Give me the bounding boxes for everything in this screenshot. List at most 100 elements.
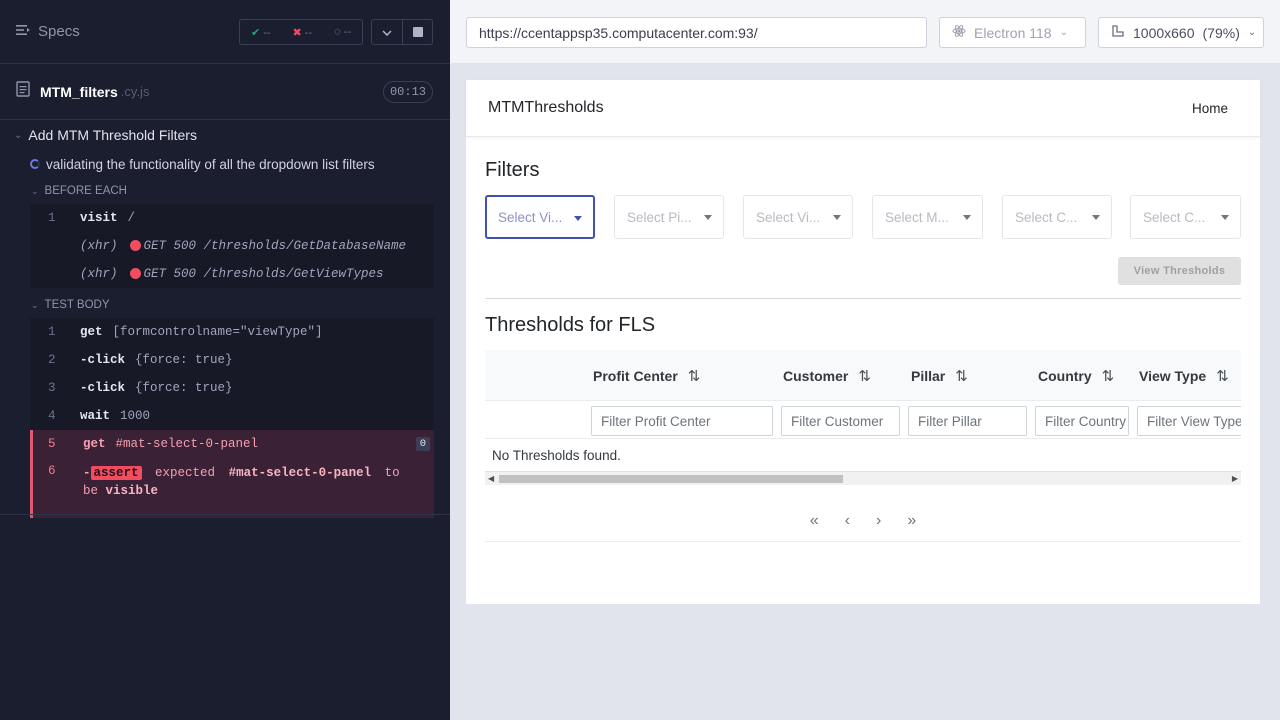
command-number: 1 xyxy=(48,325,56,339)
command-row[interactable]: (xhr) GET 500 /thresholds/GetDatabaseNam… xyxy=(30,232,434,260)
hook-test-body[interactable]: ⌄ TEST BODY xyxy=(0,292,450,318)
app-brand[interactable]: MTMThresholds xyxy=(488,99,604,117)
view-thresholds-button[interactable]: View Thresholds xyxy=(1118,257,1241,285)
select-view[interactable]: Select Vi... xyxy=(743,195,853,239)
column-header-country[interactable]: Country ⇅ xyxy=(1038,350,1114,401)
section-divider xyxy=(485,298,1241,299)
select-view-type[interactable]: Select Vi... xyxy=(485,195,595,239)
command-log-panel: Specs ✔ -- ✖ -- ◌ -- MTM_filters .cy.js … xyxy=(0,0,450,720)
failed-count: -- xyxy=(304,26,313,39)
command-name: (xhr) xyxy=(80,239,118,253)
url-text: https://ccentappsp35.computacenter.com:9… xyxy=(479,24,758,41)
hook-label: BEFORE EACH xyxy=(44,185,127,197)
spec-duration: 00:13 xyxy=(382,81,433,103)
spec-name[interactable]: MTM_filters xyxy=(40,84,118,100)
column-header-profit-center[interactable]: Profit Center ⇅ xyxy=(593,350,700,401)
command-name: -click xyxy=(80,353,126,367)
document-icon xyxy=(16,81,30,102)
suite-title-text: Add MTM Threshold Filters xyxy=(28,127,197,143)
command-message: {force: true} xyxy=(135,353,233,367)
select-c-1[interactable]: Select C... xyxy=(1002,195,1112,239)
pending-count: -- xyxy=(343,26,351,38)
chevron-down-icon: ⌄ xyxy=(1059,27,1068,38)
chevron-down-icon: ⌄ xyxy=(1247,27,1257,38)
command-row[interactable]: 1 visit / xyxy=(30,204,434,232)
chevron-down-icon: ⌄ xyxy=(31,299,39,310)
paginator: « ‹ › » xyxy=(485,500,1241,542)
horizontal-scrollbar[interactable]: ◀ ▶ xyxy=(485,471,1241,485)
command-number: 4 xyxy=(48,409,56,423)
command-name: -click xyxy=(80,381,126,395)
command-name: get xyxy=(83,437,106,451)
command-row[interactable]: (xhr) GET 500 /thresholds/GetViewTypes xyxy=(30,260,434,288)
before-each-commands: 1 visit / (xhr) GET 500 /thresholds/GetD… xyxy=(30,204,434,288)
viewport-size: 1000x660 xyxy=(1133,24,1195,41)
command-row-failed[interactable]: 5 get #mat-select-0-panel 0 xyxy=(30,430,434,458)
test-stats: ✔ -- ✖ -- ◌ -- xyxy=(239,19,363,45)
scroll-left-icon[interactable]: ◀ xyxy=(488,474,494,483)
dropdown-arrow-icon xyxy=(1092,215,1100,220)
specs-label: Specs xyxy=(38,23,80,40)
ruler-icon xyxy=(1111,24,1125,41)
select-m[interactable]: Select M... xyxy=(872,195,983,239)
last-page-button[interactable]: » xyxy=(907,512,916,530)
command-message: / xyxy=(127,211,136,225)
next-page-button[interactable]: › xyxy=(876,512,881,530)
list-icon xyxy=(16,23,30,40)
command-row-failed-assert[interactable]: 6 - assert expected #mat-select-0-panel t… xyxy=(30,458,434,518)
column-header-pillar[interactable]: Pillar ⇅ xyxy=(911,350,968,401)
filter-profit-center-input[interactable]: Filter Profit Center xyxy=(591,406,773,436)
dropdown-arrow-icon xyxy=(963,215,971,220)
error-dot-icon xyxy=(129,240,141,252)
command-message: GET 500 /thresholds/GetViewTypes xyxy=(129,267,384,281)
command-number: 1 xyxy=(48,211,56,225)
filter-view-type-input[interactable]: Filter View Type xyxy=(1137,406,1241,436)
table-header: Profit Center ⇅ Customer ⇅ Pillar ⇅ Country… xyxy=(485,350,1241,401)
specs-button[interactable]: Specs xyxy=(16,23,80,40)
command-row[interactable]: 4 wait 1000 xyxy=(30,402,434,430)
divider xyxy=(0,514,450,515)
dropdown-arrow-icon xyxy=(1221,215,1229,220)
filter-country-input[interactable]: Filter Country xyxy=(1035,406,1129,436)
home-link[interactable]: Home xyxy=(1192,101,1228,116)
scrollbar-thumb[interactable] xyxy=(499,475,843,483)
command-row[interactable]: 2 -click {force: true} xyxy=(30,346,434,374)
command-row[interactable]: 1 get [formcontrolname="viewType"] xyxy=(30,318,434,346)
scroll-right-icon[interactable]: ▶ xyxy=(1232,474,1238,483)
dropdown-arrow-icon xyxy=(574,216,582,221)
run-options-button[interactable] xyxy=(371,19,403,45)
command-message: {force: true} xyxy=(135,381,233,395)
pending-icon: ◌ xyxy=(334,26,341,38)
sort-icon: ⇅ xyxy=(1101,367,1115,385)
dropdown-arrow-icon xyxy=(833,215,841,220)
viewport-info[interactable]: 1000x660 (79%) ⌄ xyxy=(1098,17,1264,48)
chevron-down-icon xyxy=(382,23,392,41)
hook-label: TEST BODY xyxy=(44,299,110,311)
column-header-customer[interactable]: Customer ⇅ xyxy=(783,350,871,401)
browser-selector[interactable]: Electron 118 ⌄ xyxy=(939,17,1086,48)
error-dot-icon xyxy=(129,268,141,280)
select-pillar[interactable]: Select Pi... xyxy=(614,195,724,239)
url-bar[interactable]: https://ccentappsp35.computacenter.com:9… xyxy=(466,17,927,48)
electron-icon xyxy=(952,24,966,41)
prev-page-button[interactable]: ‹ xyxy=(845,512,850,530)
command-number: 2 xyxy=(48,353,56,367)
hook-before-each[interactable]: ⌄ BEFORE EACH xyxy=(0,178,450,204)
thresholds-table: Profit Center ⇅ Customer ⇅ Pillar ⇅ Country… xyxy=(485,350,1241,485)
check-icon: ✔ xyxy=(250,26,261,39)
test-title[interactable]: validating the functionality of all the … xyxy=(0,150,450,178)
command-number: 5 xyxy=(48,437,56,451)
filter-customer-input[interactable]: Filter Customer xyxy=(781,406,900,436)
command-row[interactable]: 3 -click {force: true} xyxy=(30,374,434,402)
x-icon: ✖ xyxy=(292,26,302,39)
filters-heading: Filters xyxy=(485,159,540,181)
filter-pillar-input[interactable]: Filter Pillar xyxy=(908,406,1027,436)
first-page-button[interactable]: « xyxy=(810,512,819,530)
command-name: visit xyxy=(80,211,118,225)
stop-button[interactable] xyxy=(403,19,433,45)
suite-title[interactable]: ⌄ Add MTM Threshold Filters xyxy=(0,120,450,150)
command-name: wait xyxy=(80,409,111,423)
command-message: 1000 xyxy=(120,409,151,423)
select-c-2[interactable]: Select C... xyxy=(1130,195,1241,239)
column-header-view-type[interactable]: View Type ⇅ xyxy=(1139,350,1229,401)
